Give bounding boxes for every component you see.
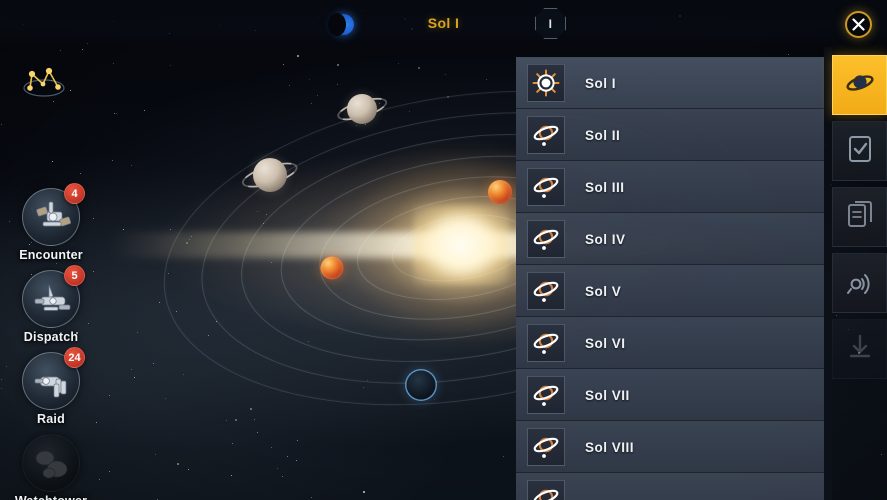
planet-list-row[interactable]: Sol VI [516, 317, 824, 369]
radar-signal-icon [845, 267, 875, 300]
planet-row-label: Sol I [585, 75, 617, 91]
top-bar: Sol I I [0, 0, 887, 47]
sidebar-badge: 24 [64, 347, 85, 368]
planet-row-label: Sol VI [585, 335, 626, 351]
toolbar-button-radar-signal[interactable] [832, 253, 887, 313]
planet-body [347, 94, 377, 124]
sidebar-badge: 4 [64, 183, 85, 204]
hot-planet-right[interactable] [488, 180, 512, 204]
planet-row-label: Sol III [585, 179, 625, 195]
planet-list-row[interactable]: Sol II [516, 109, 824, 161]
right-toolbar [832, 55, 887, 385]
planet-row-label: Sol VII [585, 387, 630, 403]
central-star-core [413, 205, 509, 285]
planet-list-row[interactable]: Sol V [516, 265, 824, 317]
planet-row-label: Sol II [585, 127, 621, 143]
ringed-planet-icon [527, 376, 565, 414]
ringed-planet-icon [527, 220, 565, 258]
sun-icon [527, 64, 565, 102]
orbit-level-value: I [548, 16, 553, 31]
planet-row-label: Sol VIII [585, 439, 635, 455]
ringed-planet-icon [527, 168, 565, 206]
saturn-planet-icon [845, 68, 875, 103]
ringed-planet-outer-upper[interactable] [334, 93, 390, 125]
ringed-planet-icon [527, 480, 565, 500]
orbit-level-badge[interactable]: I [535, 8, 566, 39]
ringed-planet-icon [527, 272, 565, 310]
close-button[interactable] [845, 11, 872, 38]
constellation-map-icon[interactable] [18, 58, 70, 104]
planet-list-panel[interactable]: Sol I Sol II Sol III Sol IV Sol V Sol VI Sol V… [516, 57, 824, 500]
sidebar-item-encounter[interactable]: 4 Encounter [5, 183, 97, 262]
toolbar-button-checklist[interactable] [832, 121, 887, 181]
planet-list-row[interactable]: Sol III [516, 161, 824, 213]
sidebar-item-raid[interactable]: 24 Raid [5, 347, 97, 426]
planet-list-row[interactable] [516, 473, 824, 500]
ringed-planet-mid-left[interactable] [239, 157, 301, 193]
sidebar-item-dispatch[interactable]: 5 Dispatch [5, 265, 97, 344]
planet-row-label: Sol V [585, 283, 622, 299]
ringed-planet-icon [527, 324, 565, 362]
ringed-planet-icon [527, 116, 565, 154]
system-title: Sol I [427, 15, 460, 31]
sidebar-badge: 5 [64, 265, 85, 286]
left-sidebar: 4 Encounter 5 Dispatch 24 Raid Watchtower [5, 183, 97, 500]
sidebar-item-label: Encounter [19, 248, 83, 262]
checklist-icon [847, 134, 873, 169]
dark-planet-bottom[interactable] [406, 370, 436, 400]
document-copy-icon [847, 200, 873, 235]
watchtower-icon [22, 434, 80, 492]
sidebar-item-label: Dispatch [23, 330, 79, 344]
close-icon [852, 18, 865, 31]
sidebar-item-watchtower[interactable]: Watchtower [5, 434, 97, 500]
sidebar-item-label: Watchtower [5, 494, 97, 500]
toolbar-button-document-copy[interactable] [832, 187, 887, 247]
deploy-down-icon [846, 332, 874, 367]
planet-body [253, 158, 287, 192]
planet-list-row[interactable]: Sol IV [516, 213, 824, 265]
planet-row-label: Sol IV [585, 231, 626, 247]
ringed-planet-icon [527, 428, 565, 466]
sidebar-item-label: Raid [37, 412, 65, 426]
planet-list-row[interactable]: Sol VIII [516, 421, 824, 473]
planet-list-row[interactable]: Sol I [516, 57, 824, 109]
hot-planet-left[interactable] [320, 256, 344, 280]
toolbar-button-saturn-planet[interactable] [832, 55, 887, 115]
planet-list-row[interactable]: Sol VII [516, 369, 824, 421]
right-rail-background [824, 47, 832, 500]
toolbar-button-deploy-down[interactable] [832, 319, 887, 379]
